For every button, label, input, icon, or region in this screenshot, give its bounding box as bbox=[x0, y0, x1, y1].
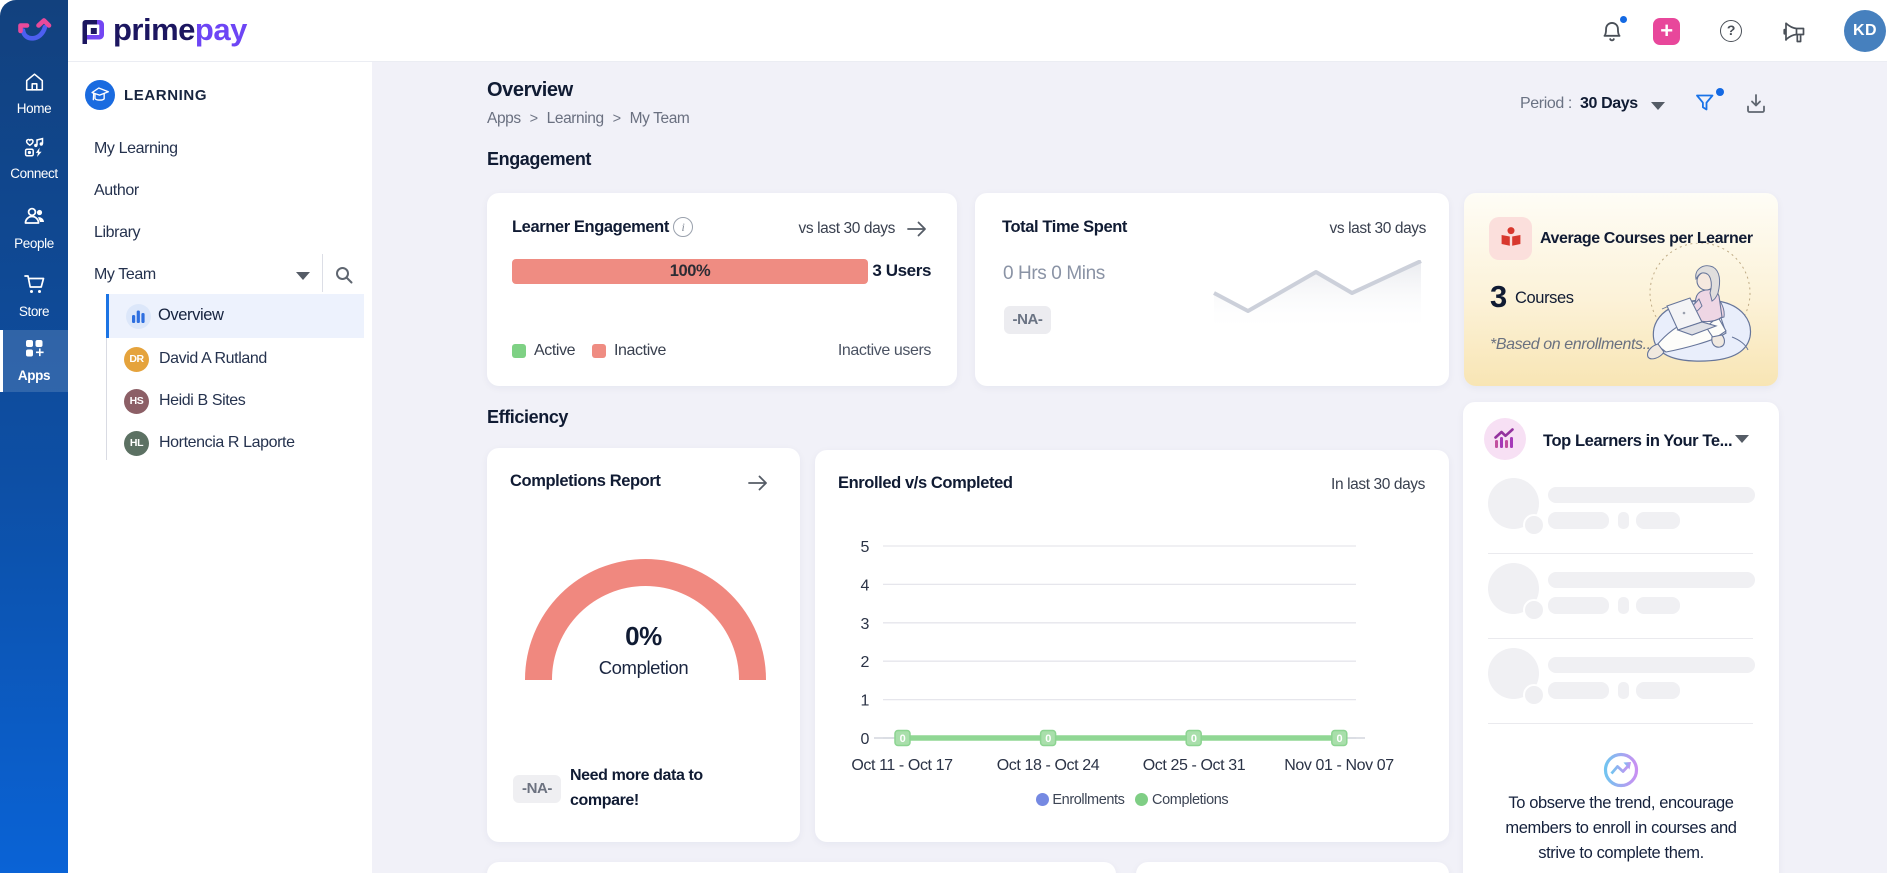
svg-text:0: 0 bbox=[1045, 733, 1051, 745]
svg-text:Oct 11 - Oct 17: Oct 11 - Oct 17 bbox=[851, 757, 953, 770]
svg-text:2: 2 bbox=[861, 654, 870, 671]
svg-text:Oct 25 - Oct 31: Oct 25 - Oct 31 bbox=[1143, 757, 1246, 770]
svg-text:0: 0 bbox=[1336, 733, 1342, 745]
svg-text:0: 0 bbox=[861, 731, 870, 748]
svg-text:5: 5 bbox=[861, 539, 870, 556]
svg-text:Nov 01 - Nov 07: Nov 01 - Nov 07 bbox=[1284, 757, 1394, 770]
svg-text:3: 3 bbox=[861, 616, 870, 633]
svg-text:1: 1 bbox=[861, 693, 870, 710]
svg-text:Oct 18 - Oct 24: Oct 18 - Oct 24 bbox=[997, 757, 1100, 770]
svg-text:4: 4 bbox=[861, 577, 870, 594]
svg-text:0: 0 bbox=[1191, 733, 1197, 745]
svg-text:0: 0 bbox=[900, 733, 906, 745]
